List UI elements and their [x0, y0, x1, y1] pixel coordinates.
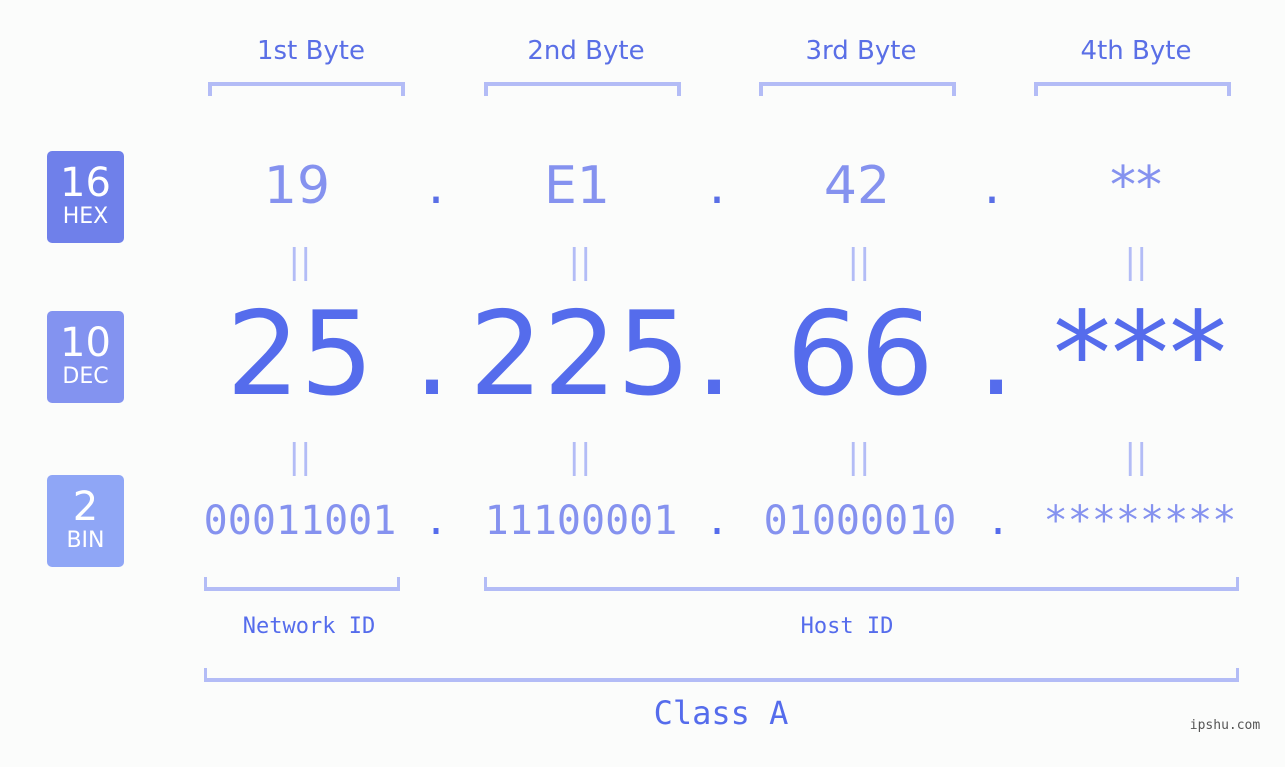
hex-value-2: E1	[544, 156, 610, 216]
host-id-bracket	[484, 577, 1239, 591]
host-id-label: Host ID	[800, 614, 894, 639]
equals-hex-dec-3: ||	[847, 242, 871, 282]
dec-value-4: ***	[1053, 287, 1227, 422]
equals-dec-bin-1: ||	[288, 437, 312, 477]
bin-separator-1: .	[423, 498, 449, 544]
dec-badge: 10 DEC	[47, 311, 124, 403]
dec-value-2: 225	[469, 287, 691, 422]
bin-badge: 2 BIN	[47, 475, 124, 567]
equals-dec-bin-3: ||	[847, 437, 871, 477]
byte-bracket-4	[1034, 82, 1231, 96]
hex-value-4: **	[1110, 156, 1162, 216]
equals-hex-dec-2: ||	[568, 242, 592, 282]
dec-badge-label: DEC	[62, 364, 109, 389]
byte-header-4: 4th Byte	[1080, 36, 1192, 66]
dec-badge-number: 10	[60, 320, 111, 366]
byte-header-3: 3rd Byte	[805, 36, 917, 66]
hex-separator-3: .	[983, 156, 1001, 216]
equals-dec-bin-4: ||	[1124, 437, 1148, 477]
bin-value-4: ********	[1043, 498, 1237, 544]
dec-value-1: 25	[226, 287, 374, 422]
network-id-bracket	[204, 577, 400, 591]
hex-badge: 16 HEX	[47, 151, 124, 243]
class-label: Class A	[653, 694, 789, 732]
hex-badge-number: 16	[60, 160, 111, 206]
bin-value-3: 01000010	[763, 498, 957, 544]
byte-bracket-3	[759, 82, 956, 96]
bin-badge-number: 2	[72, 484, 99, 530]
bin-badge-label: BIN	[66, 528, 105, 553]
byte-header-2: 2nd Byte	[527, 36, 645, 66]
hex-value-3: 42	[823, 156, 891, 216]
hex-separator-1: .	[427, 156, 445, 216]
equals-dec-bin-2: ||	[568, 437, 592, 477]
dec-value-3: 66	[786, 287, 934, 422]
equals-hex-dec-1: ||	[288, 242, 312, 282]
equals-hex-dec-4: ||	[1124, 242, 1148, 282]
byte-header-1: 1st Byte	[257, 36, 365, 66]
class-bracket	[204, 668, 1239, 682]
byte-bracket-2	[484, 82, 681, 96]
bin-value-2: 11100001	[484, 498, 678, 544]
bin-value-1: 00011001	[203, 498, 397, 544]
watermark: ipshu.com	[1189, 718, 1261, 733]
network-id-label: Network ID	[242, 614, 376, 639]
hex-separator-2: .	[708, 156, 726, 216]
hex-value-1: 19	[263, 156, 331, 216]
byte-bracket-1	[208, 82, 405, 96]
hex-badge-label: HEX	[62, 204, 109, 229]
